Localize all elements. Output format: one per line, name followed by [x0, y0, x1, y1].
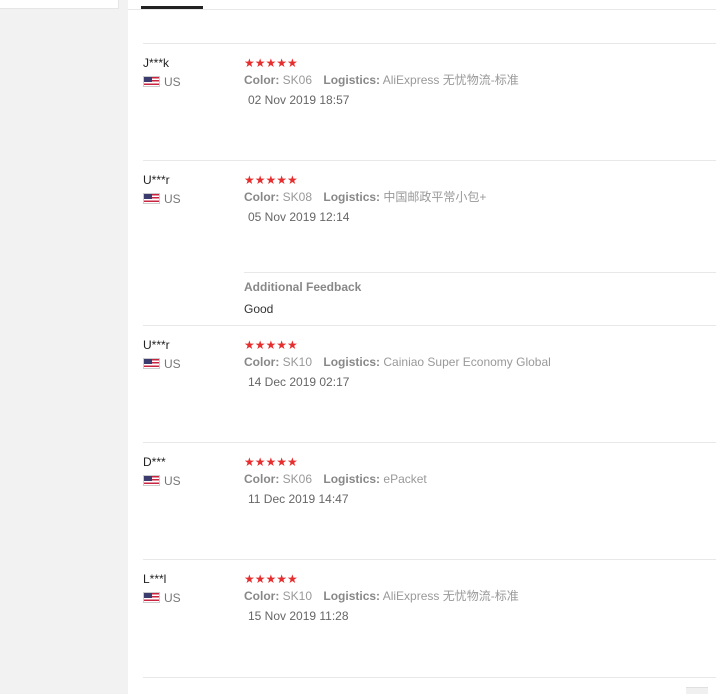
feedback-user: U***r US — [143, 173, 243, 206]
user-country: US — [143, 191, 243, 206]
color-label: Color: — [244, 472, 280, 486]
logistics-label: Logistics: — [323, 190, 381, 204]
us-flag-icon — [143, 358, 160, 369]
color-value: SK10 — [282, 355, 313, 369]
color-value: SK10 — [282, 589, 313, 603]
order-attributes: Color: SK06 Logistics: AliExpress 无忧物流-标… — [244, 73, 716, 87]
logistics-value: AliExpress 无忧物流-标准 — [382, 73, 519, 87]
country-code: US — [164, 473, 181, 488]
feedback-detail: ★★★★★ Color: SK06 Logistics: AliExpress … — [244, 56, 716, 107]
star-rating: ★★★★★ — [244, 173, 298, 187]
color-value: SK06 — [282, 472, 313, 486]
feedback-item: U***r US ★★★★★ Color: SK08 Logistics: 中国… — [143, 160, 716, 325]
feedback-detail: ★★★★★ Color: SK06 Logistics: ePacket 11 … — [244, 455, 716, 506]
feedback-user: D*** US — [143, 455, 243, 488]
additional-feedback: Additional Feedback Good — [244, 272, 716, 316]
feedback-date: 15 Nov 2019 11:28 — [248, 609, 349, 623]
logistics-label: Logistics: — [323, 355, 381, 369]
feedback-detail: ★★★★★ Color: SK08 Logistics: 中国邮政平常小包+ 0… — [244, 173, 716, 224]
feedback-date: 05 Nov 2019 12:14 — [248, 210, 350, 224]
color-value: SK08 — [282, 190, 313, 204]
logistics-label: Logistics: — [323, 472, 381, 486]
color-value: SK06 — [282, 73, 313, 87]
tab-active-indicator[interactable] — [141, 6, 203, 9]
left-rail — [0, 0, 128, 694]
feedback-list: J***k US ★★★★★ Color: SK06 Logistics: Al… — [143, 43, 716, 678]
logistics-label: Logistics: — [323, 73, 381, 87]
order-attributes: Color: SK10 Logistics: Cainiao Super Eco… — [244, 355, 716, 369]
star-rating: ★★★★★ — [244, 455, 298, 469]
star-rating: ★★★★★ — [244, 572, 298, 586]
user-name: L***l — [143, 572, 167, 586]
country-code: US — [164, 590, 181, 605]
country-code: US — [164, 191, 181, 206]
us-flag-icon — [143, 592, 160, 603]
feedback-item: U***r US ★★★★★ Color: SK10 Logistics: Ca… — [143, 325, 716, 442]
color-label: Color: — [244, 589, 280, 603]
feedback-item: D*** US ★★★★★ Color: SK06 Logistics: ePa… — [143, 442, 716, 559]
additional-feedback-title: Additional Feedback — [244, 280, 362, 294]
user-name: U***r — [143, 338, 170, 352]
feedback-tabbar — [128, 0, 716, 10]
user-country: US — [143, 590, 243, 605]
color-label: Color: — [244, 355, 280, 369]
user-country: US — [143, 74, 243, 89]
user-name: J***k — [143, 56, 170, 70]
color-label: Color: — [244, 73, 280, 87]
star-rating: ★★★★★ — [244, 338, 298, 352]
us-flag-icon — [143, 193, 160, 204]
feedback-detail: ★★★★★ Color: SK10 Logistics: Cainiao Sup… — [244, 338, 716, 389]
feedback-user: U***r US — [143, 338, 243, 371]
feedback-date: 02 Nov 2019 18:57 — [248, 93, 350, 107]
feedback-user: J***k US — [143, 56, 243, 89]
logistics-value: 中国邮政平常小包+ — [383, 190, 487, 204]
color-label: Color: — [244, 190, 280, 204]
logistics-label: Logistics: — [323, 589, 381, 603]
us-flag-icon — [143, 475, 160, 486]
feedback-detail: ★★★★★ Color: SK10 Logistics: AliExpress … — [244, 572, 716, 623]
feedback-date: 14 Dec 2019 02:17 — [248, 375, 350, 389]
pagination-button[interactable] — [686, 687, 708, 694]
country-code: US — [164, 74, 181, 89]
feedback-date: 11 Dec 2019 14:47 — [248, 492, 349, 506]
user-country: US — [143, 473, 243, 488]
additional-feedback-text: Good — [244, 302, 274, 316]
order-attributes: Color: SK06 Logistics: ePacket — [244, 472, 716, 486]
logistics-value: AliExpress 无忧物流-标准 — [382, 589, 519, 603]
feedback-item: J***k US ★★★★★ Color: SK06 Logistics: Al… — [143, 43, 716, 160]
order-attributes: Color: SK08 Logistics: 中国邮政平常小包+ — [244, 190, 716, 204]
star-rating: ★★★★★ — [244, 56, 298, 70]
user-name: D*** — [143, 455, 166, 469]
us-flag-icon — [143, 76, 160, 87]
feedback-user: L***l US — [143, 572, 243, 605]
left-rail-top-panel — [0, 0, 119, 9]
country-code: US — [164, 356, 181, 371]
order-attributes: Color: SK10 Logistics: AliExpress 无忧物流-标… — [244, 589, 716, 603]
logistics-value: ePacket — [383, 472, 427, 486]
user-name: U***r — [143, 173, 170, 187]
user-country: US — [143, 356, 243, 371]
logistics-value: Cainiao Super Economy Global — [383, 355, 551, 369]
feedback-item: L***l US ★★★★★ Color: SK10 Logistics: Al… — [143, 559, 716, 678]
